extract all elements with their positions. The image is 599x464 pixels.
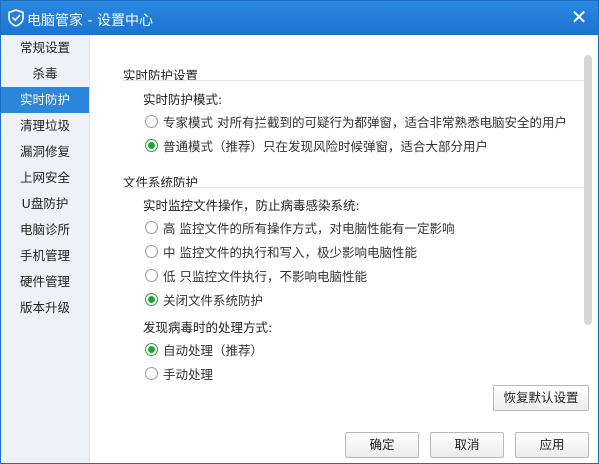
sidebar-item-cleanup[interactable]: 清理垃圾 <box>1 113 89 139</box>
sidebar-item-upgrade[interactable]: 版本升级 <box>1 295 89 321</box>
sidebar-item-pc-clinic[interactable]: 电脑诊所 <box>1 217 89 243</box>
dialog-footer: 确定 取消 应用 <box>91 427 598 463</box>
radio-unchecked[interactable] <box>145 114 158 128</box>
option-label: 专家模式 对所有拦截到的可疑行为都弹窗，适合非常熟悉电脑安全的用户 <box>163 114 567 130</box>
settings-window: 电脑管家 - 设置中心 ✕ 常规设置 杀毒 实时防护 清理垃圾 漏洞修复 上网安… <box>0 0 599 464</box>
sidebar-item-realtime-protection[interactable]: 实时防护 <box>1 87 89 113</box>
option-label: 中 监控文件的执行和写入，极少影响电脑性能 <box>163 244 417 260</box>
option-label: 关闭文件系统防护 <box>163 292 264 308</box>
sidebar-item-usb-protection[interactable]: U盘防护 <box>1 191 89 217</box>
sidebar-item-phone[interactable]: 手机管理 <box>1 243 89 269</box>
sidebar: 常规设置 杀毒 实时防护 清理垃圾 漏洞修复 上网安全 U盘防护 电脑诊所 手机… <box>1 35 90 463</box>
auto-handle-option[interactable]: 自动处理（推荐） <box>145 340 263 358</box>
close-icon: ✕ <box>570 5 588 29</box>
radio-unchecked[interactable] <box>145 268 158 282</box>
sidebar-item-patch[interactable]: 漏洞修复 <box>1 139 89 165</box>
settings-content: 实时防护设置 实时防护模式: 专家模式 对所有拦截到的可疑行为都弹窗，适合非常熟… <box>91 35 598 427</box>
sidebar-item-general[interactable]: 常规设置 <box>1 35 89 61</box>
section-divider <box>123 187 585 188</box>
realtime-section-title: 实时防护设置 <box>123 68 199 83</box>
option-label: 高 监控文件的所有操作方式，对电脑性能有一定影响 <box>163 220 455 236</box>
realtime-mode-title: 实时防护模式: <box>143 92 223 107</box>
section-divider <box>123 80 585 81</box>
radio-checked[interactable] <box>145 292 158 306</box>
window-title: 电脑管家 - 设置中心 <box>27 13 153 29</box>
restore-default-button[interactable]: 恢复默认设置 <box>493 385 589 411</box>
radio-checked[interactable] <box>145 342 158 356</box>
apply-button[interactable]: 应用 <box>515 432 589 458</box>
filesystem-section-title: 文件系统防护 <box>123 175 199 190</box>
level-low-option[interactable]: 低 只监控文件执行，不影响电脑性能 <box>145 266 367 284</box>
option-label: 自动处理（推荐） <box>163 342 264 358</box>
cancel-button[interactable]: 取消 <box>430 432 504 458</box>
level-high-option[interactable]: 高 监控文件的所有操作方式，对电脑性能有一定影响 <box>145 218 454 236</box>
title-bar: 电脑管家 - 设置中心 ✕ <box>1 1 598 35</box>
virus-handling-title: 发现病毒时的处理方式: <box>143 320 273 335</box>
option-label: 低 只监控文件执行，不影响电脑性能 <box>163 268 367 284</box>
option-label: 手动处理 <box>163 366 214 382</box>
level-medium-option[interactable]: 中 监控文件的执行和写入，极少影响电脑性能 <box>145 242 417 260</box>
sidebar-item-hardware[interactable]: 硬件管理 <box>1 269 89 295</box>
ok-button[interactable]: 确定 <box>345 432 419 458</box>
radio-unchecked[interactable] <box>145 366 158 380</box>
expert-mode-option[interactable]: 专家模式 对所有拦截到的可疑行为都弹窗，适合非常熟悉电脑安全的用户 <box>145 112 567 130</box>
sidebar-item-antivirus[interactable]: 杀毒 <box>1 61 89 87</box>
shield-icon <box>8 9 24 27</box>
manual-handle-option[interactable]: 手动处理 <box>145 364 213 382</box>
monitor-title: 实时监控文件操作，防止病毒感染系统: <box>143 198 360 213</box>
option-label: 普通模式（推荐）只在发现风险时候弹窗，适合大部分用户 <box>163 138 489 154</box>
disable-filesystem-option[interactable]: 关闭文件系统防护 <box>145 290 263 308</box>
normal-mode-option[interactable]: 普通模式（推荐）只在发现风险时候弹窗，适合大部分用户 <box>145 136 488 154</box>
vertical-scrollbar[interactable] <box>584 55 592 325</box>
sidebar-item-web-security[interactable]: 上网安全 <box>1 165 89 191</box>
radio-unchecked[interactable] <box>145 244 158 258</box>
radio-unchecked[interactable] <box>145 220 158 234</box>
radio-checked[interactable] <box>145 138 158 152</box>
close-button[interactable]: ✕ <box>568 6 590 28</box>
